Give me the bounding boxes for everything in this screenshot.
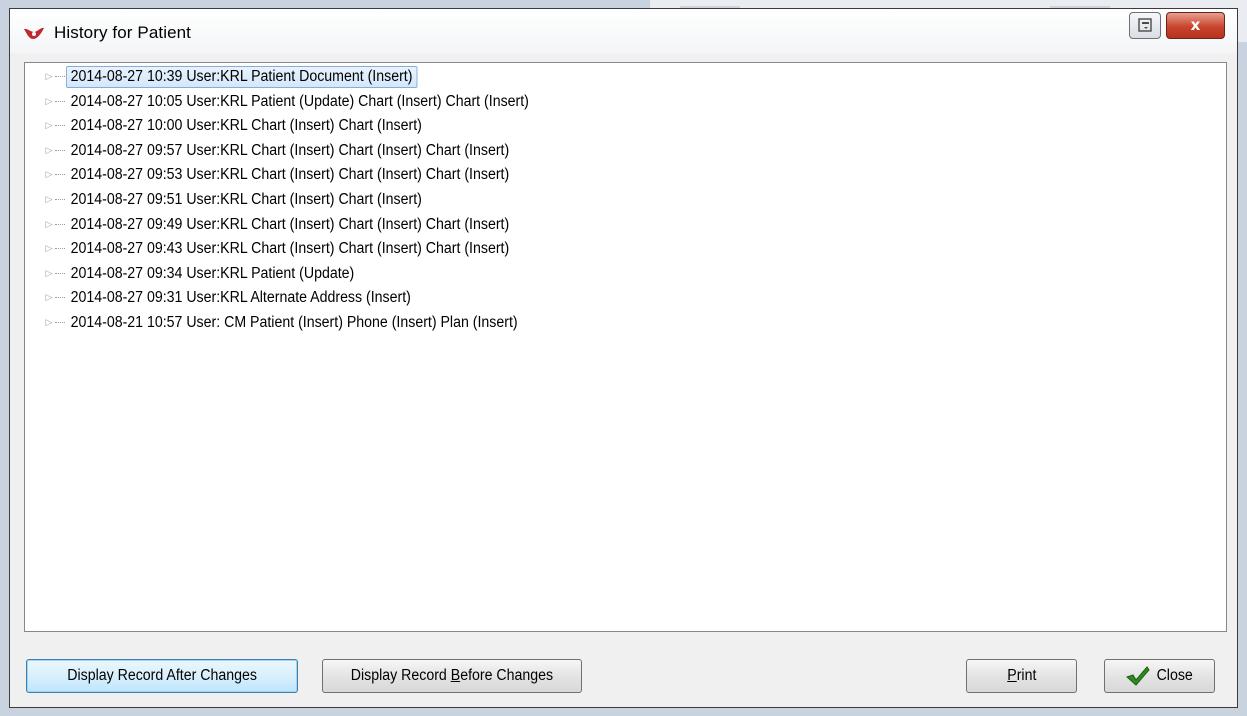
tree-connector xyxy=(55,199,65,201)
close-button[interactable]: Close xyxy=(1104,659,1215,693)
tree-connector xyxy=(55,223,65,226)
app-logo-icon xyxy=(24,27,44,39)
history-row[interactable]: ▷ 2014-08-27 09:43 User:KRL Chart (Insert… xyxy=(25,238,553,260)
tree-connector xyxy=(55,125,65,127)
tree-connector xyxy=(55,174,65,176)
history-row-text: 2014-08-21 10:57 User: CM Patient (Inser… xyxy=(70,314,518,331)
history-row[interactable]: ▷ 2014-08-27 09:31 User:KRL Alternate Add… xyxy=(25,287,446,309)
history-row[interactable]: ▷ 2014-08-27 09:34 User:KRL Patient (Upda… xyxy=(25,263,384,285)
tree-connector xyxy=(55,76,65,78)
close-icon: x xyxy=(1190,16,1201,34)
window-title: History for Patient xyxy=(54,23,192,42)
history-row-text: 2014-08-27 10:39 User:KRL Patient Docume… xyxy=(66,66,418,88)
tree-connector xyxy=(55,297,65,299)
history-row[interactable]: ▷ 2014-08-27 09:51 User:KRL Chart (Insert… xyxy=(25,189,458,211)
title-bar[interactable]: History for Patient x xyxy=(10,9,1237,53)
history-row[interactable]: ▷ 2014-08-27 10:05 User:KRL Patient (Upda… xyxy=(25,91,574,113)
window-close-button[interactable]: x xyxy=(1166,12,1225,39)
history-row[interactable]: ▷ 2014-08-27 10:00 User:KRL Chart (Insert… xyxy=(25,115,458,137)
tree-connector xyxy=(55,100,65,103)
display-record-after-label: Display Record After Changes xyxy=(67,667,257,684)
history-row[interactable]: ▷ 2014-08-27 10:39 User:KRL Patient Docum… xyxy=(25,66,448,88)
checkmark-icon xyxy=(1125,666,1150,686)
history-row[interactable]: ▷ 2014-08-27 09:53 User:KRL Chart (Insert… xyxy=(25,164,553,186)
tree-connector xyxy=(55,272,65,275)
print-label: Print xyxy=(1006,667,1037,684)
history-row-text: 2014-08-27 09:51 User:KRL Chart (Insert)… xyxy=(70,191,422,208)
button-bar: Display Record After Changes Display Rec… xyxy=(10,633,1237,707)
tree-connector xyxy=(55,248,65,250)
restore-button[interactable] xyxy=(1129,12,1161,39)
history-row-text: 2014-08-27 10:00 User:KRL Chart (Insert)… xyxy=(70,117,422,135)
history-row-text: 2014-08-27 10:05 User:KRL Patient (Updat… xyxy=(70,92,529,110)
display-record-after-button[interactable]: Display Record After Changes xyxy=(26,659,298,693)
history-row-text: 2014-08-27 09:49 User:KRL Chart (Insert)… xyxy=(70,215,510,233)
history-row-text: 2014-08-27 09:53 User:KRL Chart (Insert)… xyxy=(70,166,510,184)
history-row[interactable]: ▷ 2014-08-27 09:57 User:KRL Chart (Insert… xyxy=(25,140,553,162)
tree-connector xyxy=(55,149,65,152)
restore-icon xyxy=(1138,18,1152,32)
history-row[interactable]: ▷ 2014-08-27 09:49 User:KRL Chart (Insert… xyxy=(25,214,553,236)
history-tree[interactable]: ▷ 2014-08-27 10:39 User:KRL Patient Docum… xyxy=(24,62,1227,632)
history-row-text: 2014-08-27 09:57 User:KRL Chart (Insert)… xyxy=(70,141,510,159)
history-row[interactable]: ▷ 2014-08-21 10:57 User: CM Patient (Inse… xyxy=(25,312,562,334)
history-row-text: 2014-08-27 09:43 User:KRL Chart (Insert)… xyxy=(70,240,510,258)
history-row-text: 2014-08-27 09:34 User:KRL Patient (Updat… xyxy=(70,264,355,282)
display-record-before-label: Display Record Before Changes xyxy=(350,667,554,684)
history-dialog: History for Patient x ▷ 2014-08-27 10:39 … xyxy=(9,8,1238,708)
close-label: Close xyxy=(1156,667,1193,684)
print-button[interactable]: Print xyxy=(966,659,1077,693)
display-record-before-button[interactable]: Display Record Before Changes xyxy=(322,659,582,693)
history-row-text: 2014-08-27 09:31 User:KRL Alternate Addr… xyxy=(70,289,411,307)
tree-connector xyxy=(55,322,65,324)
